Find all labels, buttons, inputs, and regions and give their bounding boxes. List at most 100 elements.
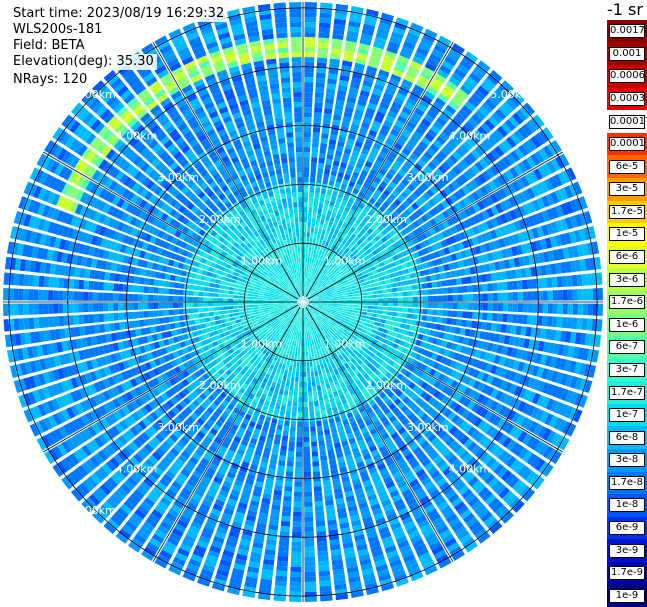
range-gate bbox=[377, 302, 383, 306]
range-gate bbox=[320, 409, 327, 416]
range-gate bbox=[282, 395, 288, 401]
range-gate bbox=[317, 430, 324, 437]
range-gate bbox=[325, 367, 330, 374]
range-gate bbox=[303, 341, 306, 347]
range-gate bbox=[295, 456, 303, 462]
range-gate bbox=[295, 371, 299, 377]
range-gate bbox=[320, 363, 325, 370]
range-gate bbox=[311, 381, 316, 387]
range-gate bbox=[303, 451, 311, 457]
range-gate bbox=[377, 306, 383, 310]
range-gate bbox=[407, 308, 413, 313]
range-gate bbox=[324, 378, 329, 384]
range-gate bbox=[128, 293, 134, 302]
range-gate bbox=[78, 303, 84, 313]
range-gate bbox=[279, 530, 290, 537]
range-gate bbox=[421, 315, 428, 321]
range-gate bbox=[178, 302, 184, 308]
range-gate bbox=[347, 309, 353, 313]
range-gate bbox=[307, 371, 311, 377]
range-gate bbox=[215, 279, 221, 284]
range-gate bbox=[118, 293, 124, 301]
range-gate bbox=[274, 372, 280, 378]
range-gate bbox=[312, 471, 321, 477]
range-gate bbox=[188, 290, 194, 296]
range-gate bbox=[546, 316, 553, 327]
range-gate bbox=[179, 321, 186, 328]
range-gate bbox=[263, 298, 269, 300]
range-gate bbox=[452, 302, 458, 310]
range-gate bbox=[561, 317, 568, 329]
range-gate bbox=[311, 376, 316, 382]
range-gate bbox=[289, 596, 302, 602]
range-gate bbox=[224, 285, 230, 290]
range-gate bbox=[124, 321, 130, 330]
range-gate bbox=[304, 501, 313, 507]
range-gate bbox=[284, 486, 293, 492]
range-gate bbox=[296, 366, 300, 372]
range-gate bbox=[238, 305, 244, 309]
range-gate bbox=[93, 292, 99, 301]
range-gate bbox=[304, 491, 313, 497]
range-gate bbox=[98, 303, 104, 312]
range-gate bbox=[148, 310, 154, 318]
range-gate bbox=[387, 302, 393, 307]
range-gate bbox=[316, 420, 322, 427]
range-gate bbox=[133, 294, 139, 302]
range-gate bbox=[303, 436, 310, 442]
range-gate bbox=[432, 302, 438, 309]
range-gate bbox=[482, 312, 488, 321]
range-gate bbox=[587, 303, 593, 316]
range-gate bbox=[290, 376, 295, 382]
range-gate bbox=[299, 371, 303, 377]
range-gate bbox=[299, 366, 303, 372]
range-gate bbox=[517, 303, 523, 313]
range-gate bbox=[203, 302, 209, 307]
range-gate bbox=[303, 441, 310, 447]
range-gate bbox=[281, 510, 291, 517]
range-gate bbox=[104, 323, 111, 333]
range-gate bbox=[322, 479, 331, 486]
range-gate bbox=[322, 373, 328, 380]
range-gate bbox=[364, 319, 371, 324]
range-gate bbox=[221, 323, 227, 328]
range-gate bbox=[325, 382, 331, 389]
range-gate bbox=[287, 395, 293, 402]
range-gate bbox=[238, 298, 244, 302]
range-gate bbox=[228, 306, 234, 310]
range-gate bbox=[113, 312, 119, 321]
range-gate bbox=[304, 576, 317, 582]
range-gate bbox=[278, 362, 283, 369]
range-gate bbox=[319, 399, 325, 406]
range-gate bbox=[303, 411, 309, 417]
range-gate bbox=[18, 303, 24, 316]
range-gate bbox=[210, 277, 216, 283]
range-gate bbox=[315, 510, 325, 517]
range-gate bbox=[109, 322, 116, 332]
range-gate bbox=[143, 277, 150, 285]
range-gate bbox=[210, 321, 216, 327]
range-gate bbox=[451, 318, 458, 326]
range-gate bbox=[367, 309, 373, 313]
range-gate bbox=[316, 530, 327, 537]
range-gate bbox=[275, 479, 284, 486]
range-gate bbox=[263, 305, 269, 309]
range-gate bbox=[208, 292, 214, 297]
range-gate bbox=[278, 455, 286, 462]
range-gate bbox=[278, 299, 284, 301]
range-gate bbox=[199, 280, 206, 286]
range-gate bbox=[276, 398, 282, 405]
range-gate bbox=[188, 308, 194, 314]
range-gate bbox=[229, 283, 236, 288]
range-gate bbox=[292, 511, 302, 517]
range-gate bbox=[158, 287, 164, 294]
range-gate bbox=[275, 475, 284, 481]
range-gate bbox=[304, 331, 307, 337]
range-gate bbox=[285, 476, 293, 482]
range-gate bbox=[83, 303, 89, 313]
range-gate bbox=[374, 321, 381, 327]
range-gate bbox=[380, 319, 387, 324]
range-gate bbox=[173, 315, 180, 322]
range-gate bbox=[480, 321, 487, 330]
range-gate bbox=[351, 310, 358, 314]
